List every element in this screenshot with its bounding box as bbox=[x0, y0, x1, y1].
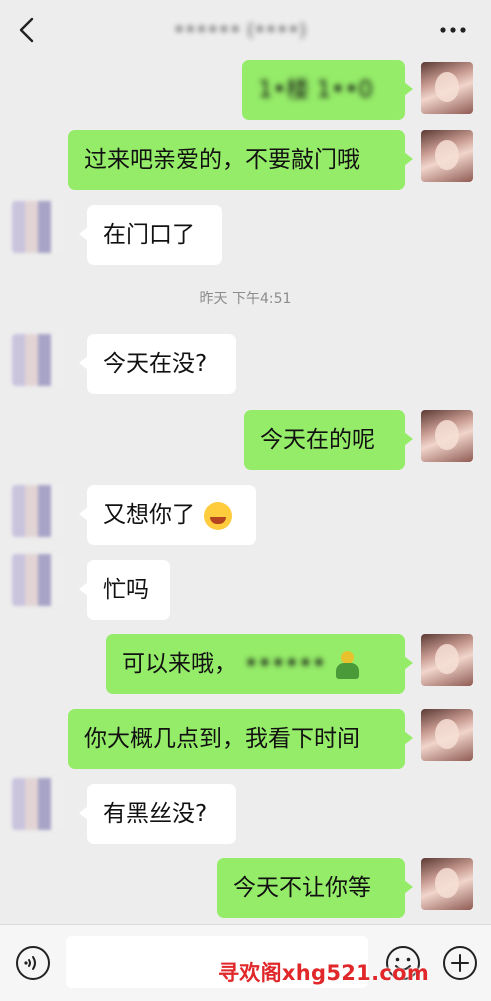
message-bubble[interactable]: 今天在的呢 bbox=[244, 410, 413, 470]
message-text: 今天不让你等 bbox=[233, 875, 371, 901]
avatar[interactable] bbox=[421, 410, 473, 462]
watermark: 寻欢阁xhg521.com bbox=[218, 961, 429, 985]
message-text: 忙吗 bbox=[103, 577, 149, 603]
message-row: 有黑丝没? bbox=[0, 778, 491, 844]
message-row: 过来吧亲爱的，不要敲门哦 bbox=[0, 130, 491, 190]
message-text: 1•楼 1••0 bbox=[258, 77, 373, 103]
avatar[interactable] bbox=[12, 201, 64, 253]
chevron-left-icon[interactable] bbox=[14, 16, 42, 44]
timestamp: 昨天 下午4:51 bbox=[199, 291, 292, 307]
message-row: 又想你了 bbox=[0, 485, 491, 545]
avatar[interactable] bbox=[421, 634, 473, 686]
message-bubble[interactable]: 有黑丝没? bbox=[79, 784, 236, 844]
message-row: 今天不让你等 bbox=[0, 858, 491, 918]
chat-header: •••••• (••••) bbox=[0, 0, 491, 62]
avatar[interactable] bbox=[12, 485, 64, 537]
avatar[interactable] bbox=[421, 858, 473, 910]
message-row: 今天在的呢 bbox=[0, 410, 491, 470]
message-text: 有黑丝没? bbox=[103, 801, 208, 827]
message-row: 忙吗 bbox=[0, 554, 491, 620]
avatar[interactable] bbox=[12, 334, 64, 386]
message-text: 在门口了 bbox=[103, 222, 195, 248]
rofl-emoji-icon bbox=[204, 501, 233, 530]
avatar[interactable] bbox=[12, 778, 64, 830]
avatar[interactable] bbox=[421, 709, 473, 761]
chat-title: •••••• (••••) bbox=[173, 19, 307, 41]
message-row: 可以来哦， •••••• bbox=[0, 634, 491, 694]
message-bubble[interactable]: 过来吧亲爱的，不要敲门哦 bbox=[68, 130, 413, 190]
more-dots-icon[interactable] bbox=[437, 18, 469, 42]
avatar[interactable] bbox=[421, 62, 473, 114]
message-row: 今天在没? bbox=[0, 334, 491, 394]
message-row: 在门口了 bbox=[0, 201, 491, 265]
avatar[interactable] bbox=[421, 130, 473, 182]
message-text: 可以来哦， bbox=[122, 651, 237, 677]
plus-circle-icon[interactable] bbox=[441, 944, 479, 982]
message-text: 过来吧亲爱的，不要敲门哦 bbox=[84, 147, 360, 173]
voice-icon[interactable] bbox=[14, 944, 52, 982]
message-bubble[interactable]: 又想你了 bbox=[79, 485, 256, 545]
message-text: 又想你了 bbox=[103, 502, 195, 528]
message-bubble[interactable]: 1•楼 1••0 bbox=[242, 60, 413, 120]
message-redacted-text: •••••• bbox=[244, 651, 326, 677]
message-row: 1•楼 1••0 bbox=[0, 60, 491, 124]
avatar[interactable] bbox=[12, 554, 64, 606]
message-bubble[interactable]: 在门口了 bbox=[79, 205, 222, 265]
message-text: 今天在没? bbox=[103, 351, 208, 377]
message-bubble[interactable]: 你大概几点到，我看下时间 bbox=[68, 709, 413, 769]
message-bubble[interactable]: 可以来哦， •••••• bbox=[106, 634, 413, 694]
message-bubble[interactable]: 今天在没? bbox=[79, 334, 236, 394]
message-row: 你大概几点到，我看下时间 bbox=[0, 709, 491, 769]
message-bubble[interactable]: 忙吗 bbox=[79, 560, 170, 620]
message-text: 你大概几点到，我看下时间 bbox=[84, 726, 360, 752]
message-text: 今天在的呢 bbox=[260, 427, 375, 453]
message-bubble[interactable]: 今天不让你等 bbox=[217, 858, 413, 918]
figure-emoji-icon bbox=[333, 650, 361, 679]
